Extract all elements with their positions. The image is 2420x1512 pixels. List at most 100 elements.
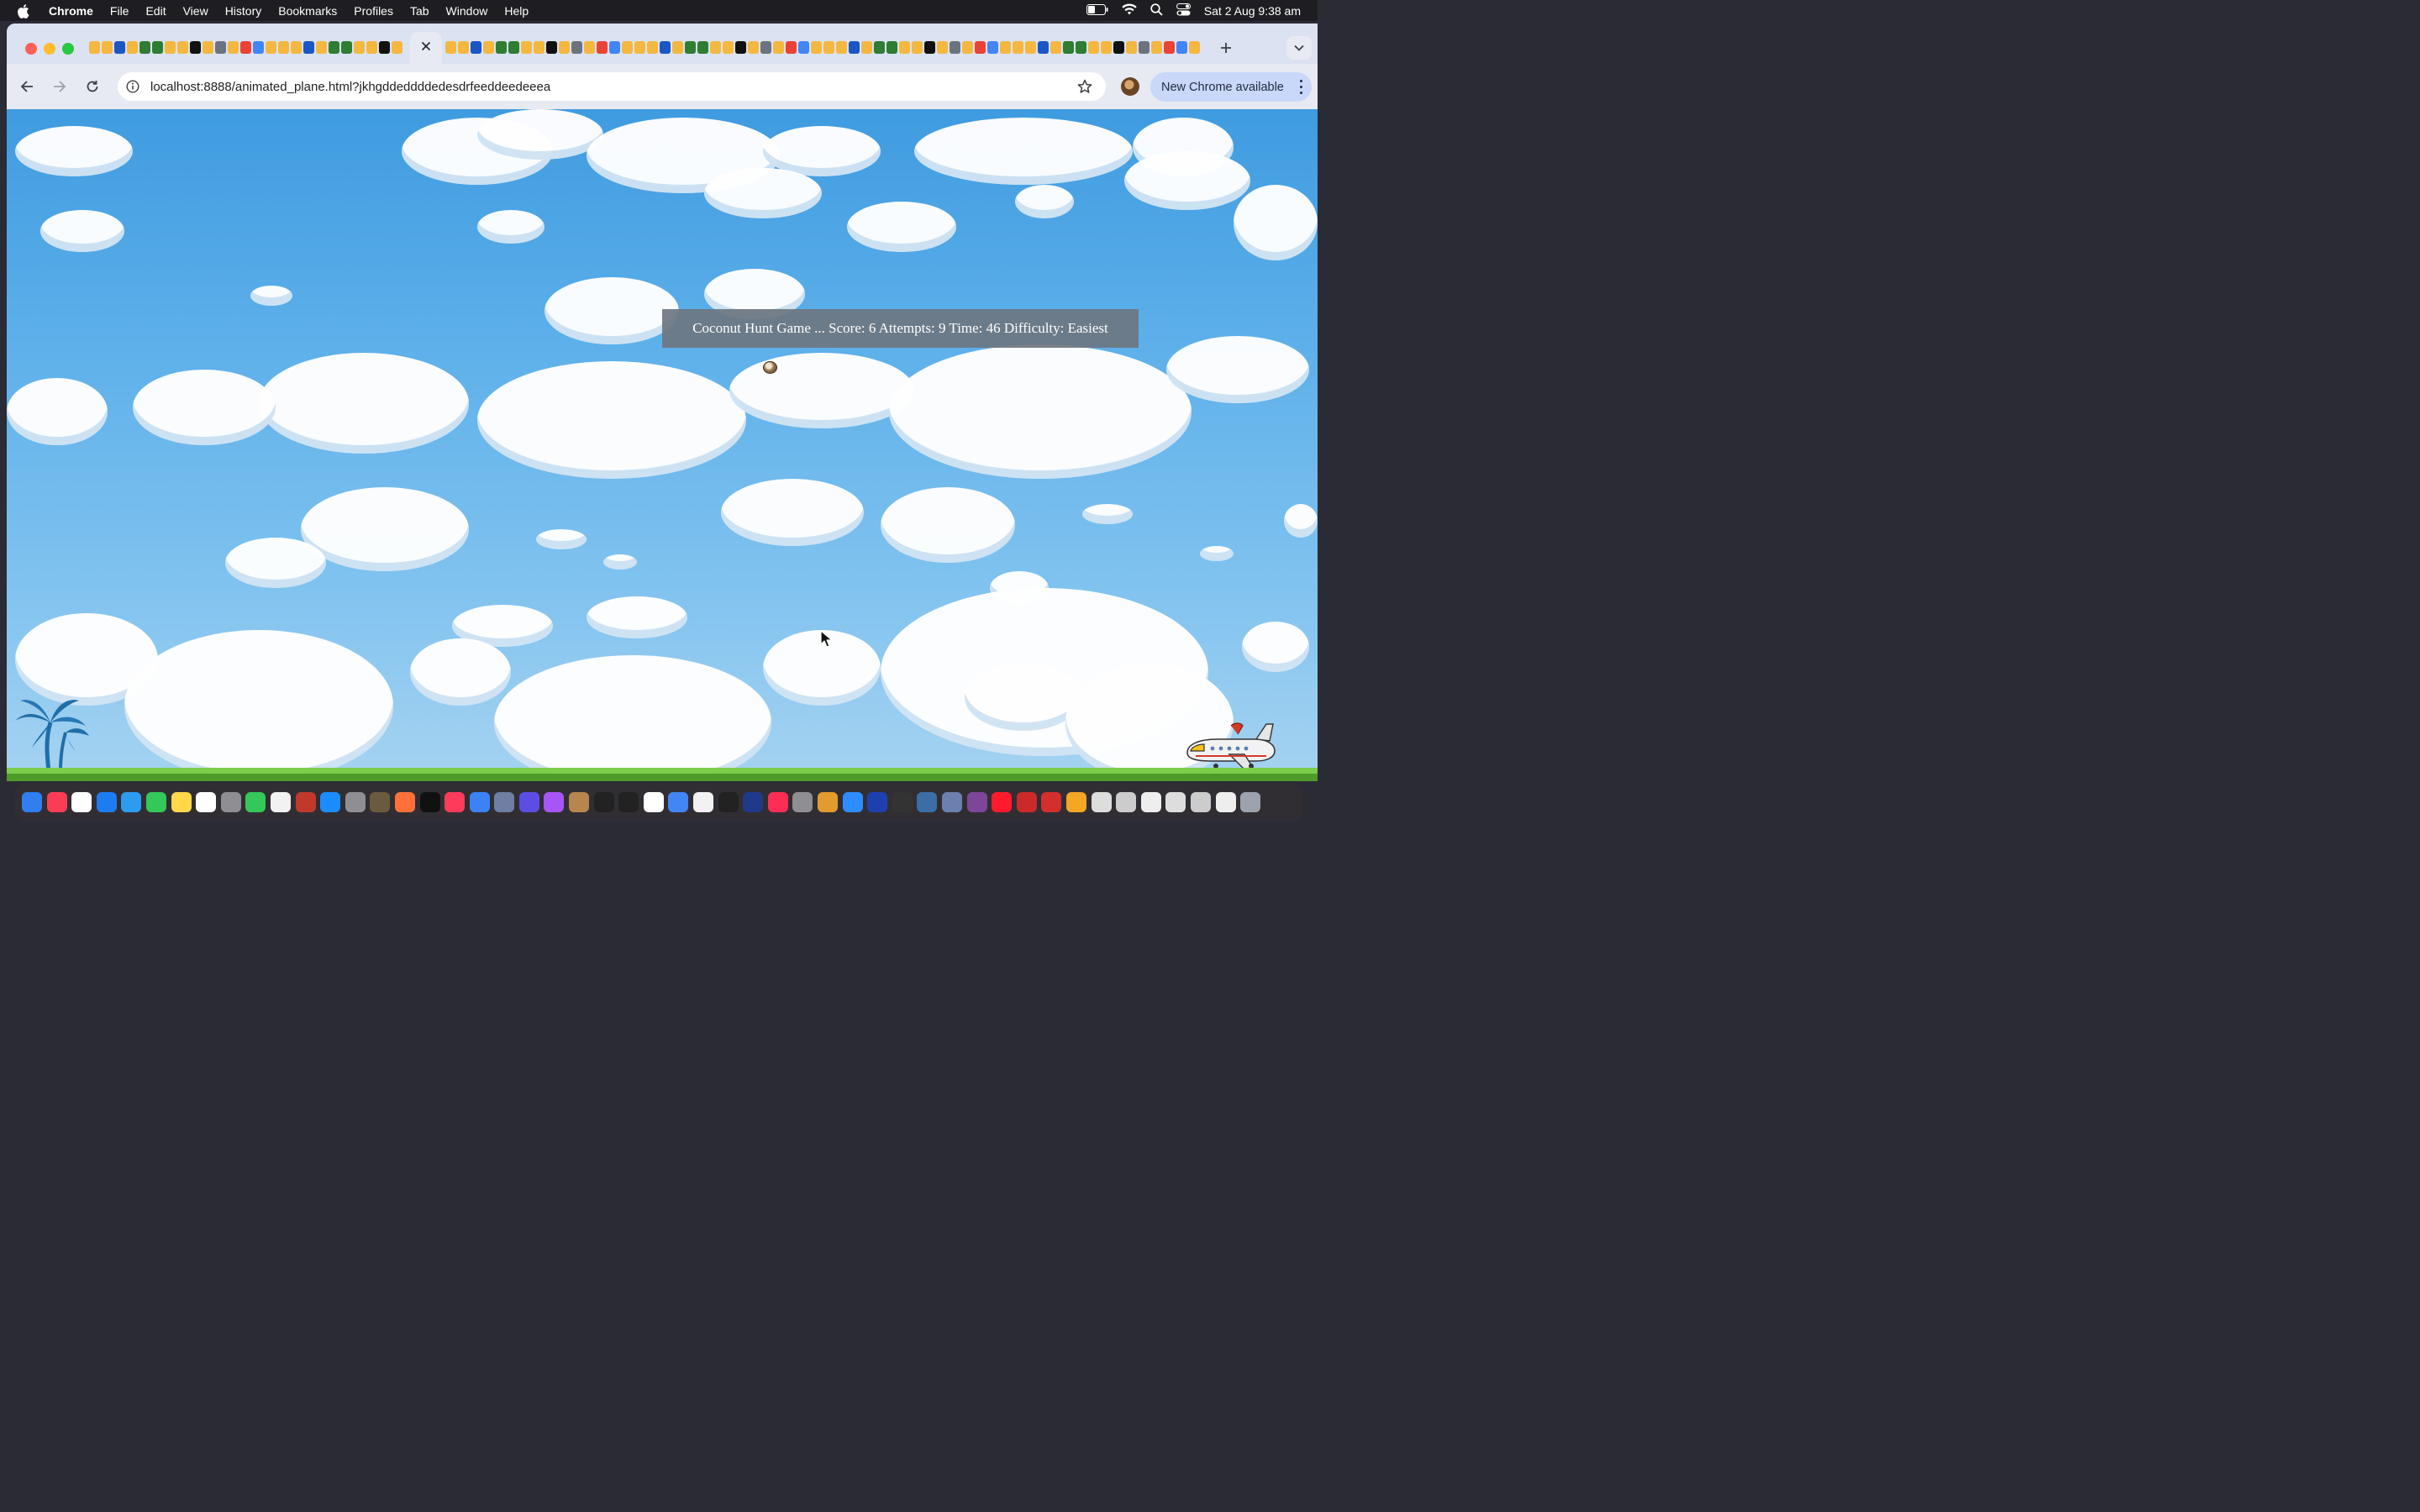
tab-favicon-icon[interactable] (849, 41, 860, 54)
tab-favicon-icon[interactable] (1151, 41, 1162, 54)
tab-favicon-icon[interactable] (508, 41, 519, 54)
tab-favicon-icon[interactable] (647, 41, 658, 54)
calculator-icon[interactable] (345, 792, 366, 812)
inkscape-icon[interactable] (892, 792, 913, 812)
photo-booth-icon[interactable] (1041, 792, 1062, 812)
tabs-right[interactable] (445, 41, 1200, 56)
file-thumb-1-icon[interactable] (1091, 792, 1112, 812)
tab-favicon-icon[interactable] (291, 41, 302, 54)
tab-favicon-icon[interactable] (215, 41, 226, 54)
control-center-icon[interactable] (1176, 3, 1191, 18)
reminders-icon[interactable] (71, 792, 92, 812)
tab-favicon-icon[interactable] (266, 41, 276, 54)
tab-favicon-icon[interactable] (962, 41, 973, 54)
tab-favicon-icon[interactable] (622, 41, 633, 54)
bookmark-star-icon[interactable] (1077, 79, 1092, 94)
editor-icon[interactable] (941, 792, 962, 812)
tab-favicon-icon[interactable] (278, 41, 289, 54)
tab-favicon-icon[interactable] (899, 41, 910, 54)
app-store-icon[interactable] (320, 792, 341, 812)
tab-favicon-icon[interactable] (546, 41, 557, 54)
tab-favicon-icon[interactable] (987, 41, 998, 54)
tab-favicon-icon[interactable] (471, 41, 481, 54)
address-bar-url[interactable]: localhost:8888/animated_plane.html?jkhgd… (150, 80, 550, 94)
tab-favicon-icon[interactable] (139, 41, 150, 54)
tab-favicon-icon[interactable] (127, 41, 138, 54)
reload-button[interactable] (83, 77, 102, 96)
finder-icon[interactable] (22, 792, 42, 812)
tab-favicon-icon[interactable] (874, 41, 885, 54)
opera-icon[interactable] (992, 792, 1013, 812)
tab-favicon-icon[interactable] (366, 41, 377, 54)
tab-favicon-icon[interactable] (685, 41, 696, 54)
zoom-window-button[interactable] (62, 43, 74, 55)
tor-icon[interactable] (966, 792, 987, 812)
color-picker-icon[interactable] (818, 792, 838, 812)
podcasts-icon[interactable] (544, 792, 565, 812)
compass-icon[interactable] (1016, 792, 1037, 812)
active-tab[interactable] (410, 32, 442, 64)
battery-icon[interactable] (1086, 3, 1108, 18)
tab-favicon-icon[interactable] (597, 41, 608, 54)
tab-search-button[interactable] (1286, 36, 1312, 60)
tab-favicon-icon[interactable] (1113, 41, 1124, 54)
tab-favicon-icon[interactable] (571, 41, 582, 54)
tab-favicon-icon[interactable] (773, 41, 784, 54)
tab-favicon-icon[interactable] (354, 41, 365, 54)
spotlight-search-icon[interactable] (1150, 3, 1163, 18)
launchpad-icon[interactable] (220, 792, 241, 812)
tab-favicon-icon[interactable] (1164, 41, 1175, 54)
wifi-icon[interactable] (1122, 3, 1137, 18)
calendar-icon[interactable] (643, 792, 664, 812)
tab-favicon-icon[interactable] (559, 41, 570, 54)
tab-favicon-icon[interactable] (152, 41, 163, 54)
document-icon[interactable] (693, 792, 714, 812)
tab-favicon-icon[interactable] (445, 41, 456, 54)
no-entry-icon[interactable] (469, 792, 490, 812)
site-info-icon[interactable] (125, 79, 140, 94)
game-canvas[interactable]: Coconut Hunt Game ... Score: 6 Attempts:… (7, 109, 1318, 781)
file-icon[interactable] (270, 792, 291, 812)
intellij-icon[interactable] (767, 792, 788, 812)
tab-favicon-icon[interactable] (609, 41, 620, 54)
tab-favicon-icon[interactable] (177, 41, 188, 54)
tab-favicon-icon[interactable] (303, 41, 314, 54)
system-settings-icon[interactable] (792, 792, 813, 812)
firefox-icon[interactable] (394, 792, 415, 812)
apple-menu-icon[interactable] (17, 3, 32, 18)
tab-favicon-icon[interactable] (748, 41, 759, 54)
menu-app-name[interactable]: Chrome (44, 4, 102, 18)
console-icon[interactable] (718, 792, 739, 812)
tab-favicon-icon[interactable] (836, 41, 847, 54)
tab-favicon-icon[interactable] (165, 41, 176, 54)
tab-favicon-icon[interactable] (228, 41, 239, 54)
tab-favicon-icon[interactable] (912, 41, 923, 54)
menu-tab[interactable]: Tab (402, 4, 438, 18)
tab-favicon-icon[interactable] (1038, 41, 1049, 54)
file-thumb-3-icon[interactable] (1140, 792, 1161, 812)
minimize-window-button[interactable] (44, 43, 55, 55)
new-tab-button[interactable] (1217, 39, 1235, 57)
close-tab-icon[interactable] (421, 40, 431, 55)
trash-icon[interactable] (1240, 792, 1261, 812)
tab-favicon-icon[interactable] (634, 41, 645, 54)
coconut-icon[interactable] (763, 361, 777, 374)
preview-icon[interactable] (494, 792, 515, 812)
menu-history[interactable]: History (217, 4, 271, 18)
tab-favicon-icon[interactable] (798, 41, 809, 54)
tab-favicon-icon[interactable] (786, 41, 797, 54)
forward-button[interactable] (50, 77, 69, 96)
archive-icon[interactable] (569, 792, 590, 812)
zoom-icon[interactable] (842, 792, 863, 812)
back-button[interactable] (18, 77, 36, 96)
file-thumb-2-icon[interactable] (1116, 792, 1137, 812)
terminal-2-icon[interactable] (618, 792, 639, 812)
file-thumb-6-icon[interactable] (1215, 792, 1236, 812)
menu-window[interactable]: Window (438, 4, 497, 18)
tab-favicon-icon[interactable] (534, 41, 544, 54)
tab-favicon-icon[interactable] (1189, 41, 1200, 54)
menu-profiles[interactable]: Profiles (345, 4, 402, 18)
tab-favicon-icon[interactable] (89, 41, 100, 54)
tab-favicon-icon[interactable] (190, 41, 201, 54)
tab-favicon-icon[interactable] (823, 41, 834, 54)
